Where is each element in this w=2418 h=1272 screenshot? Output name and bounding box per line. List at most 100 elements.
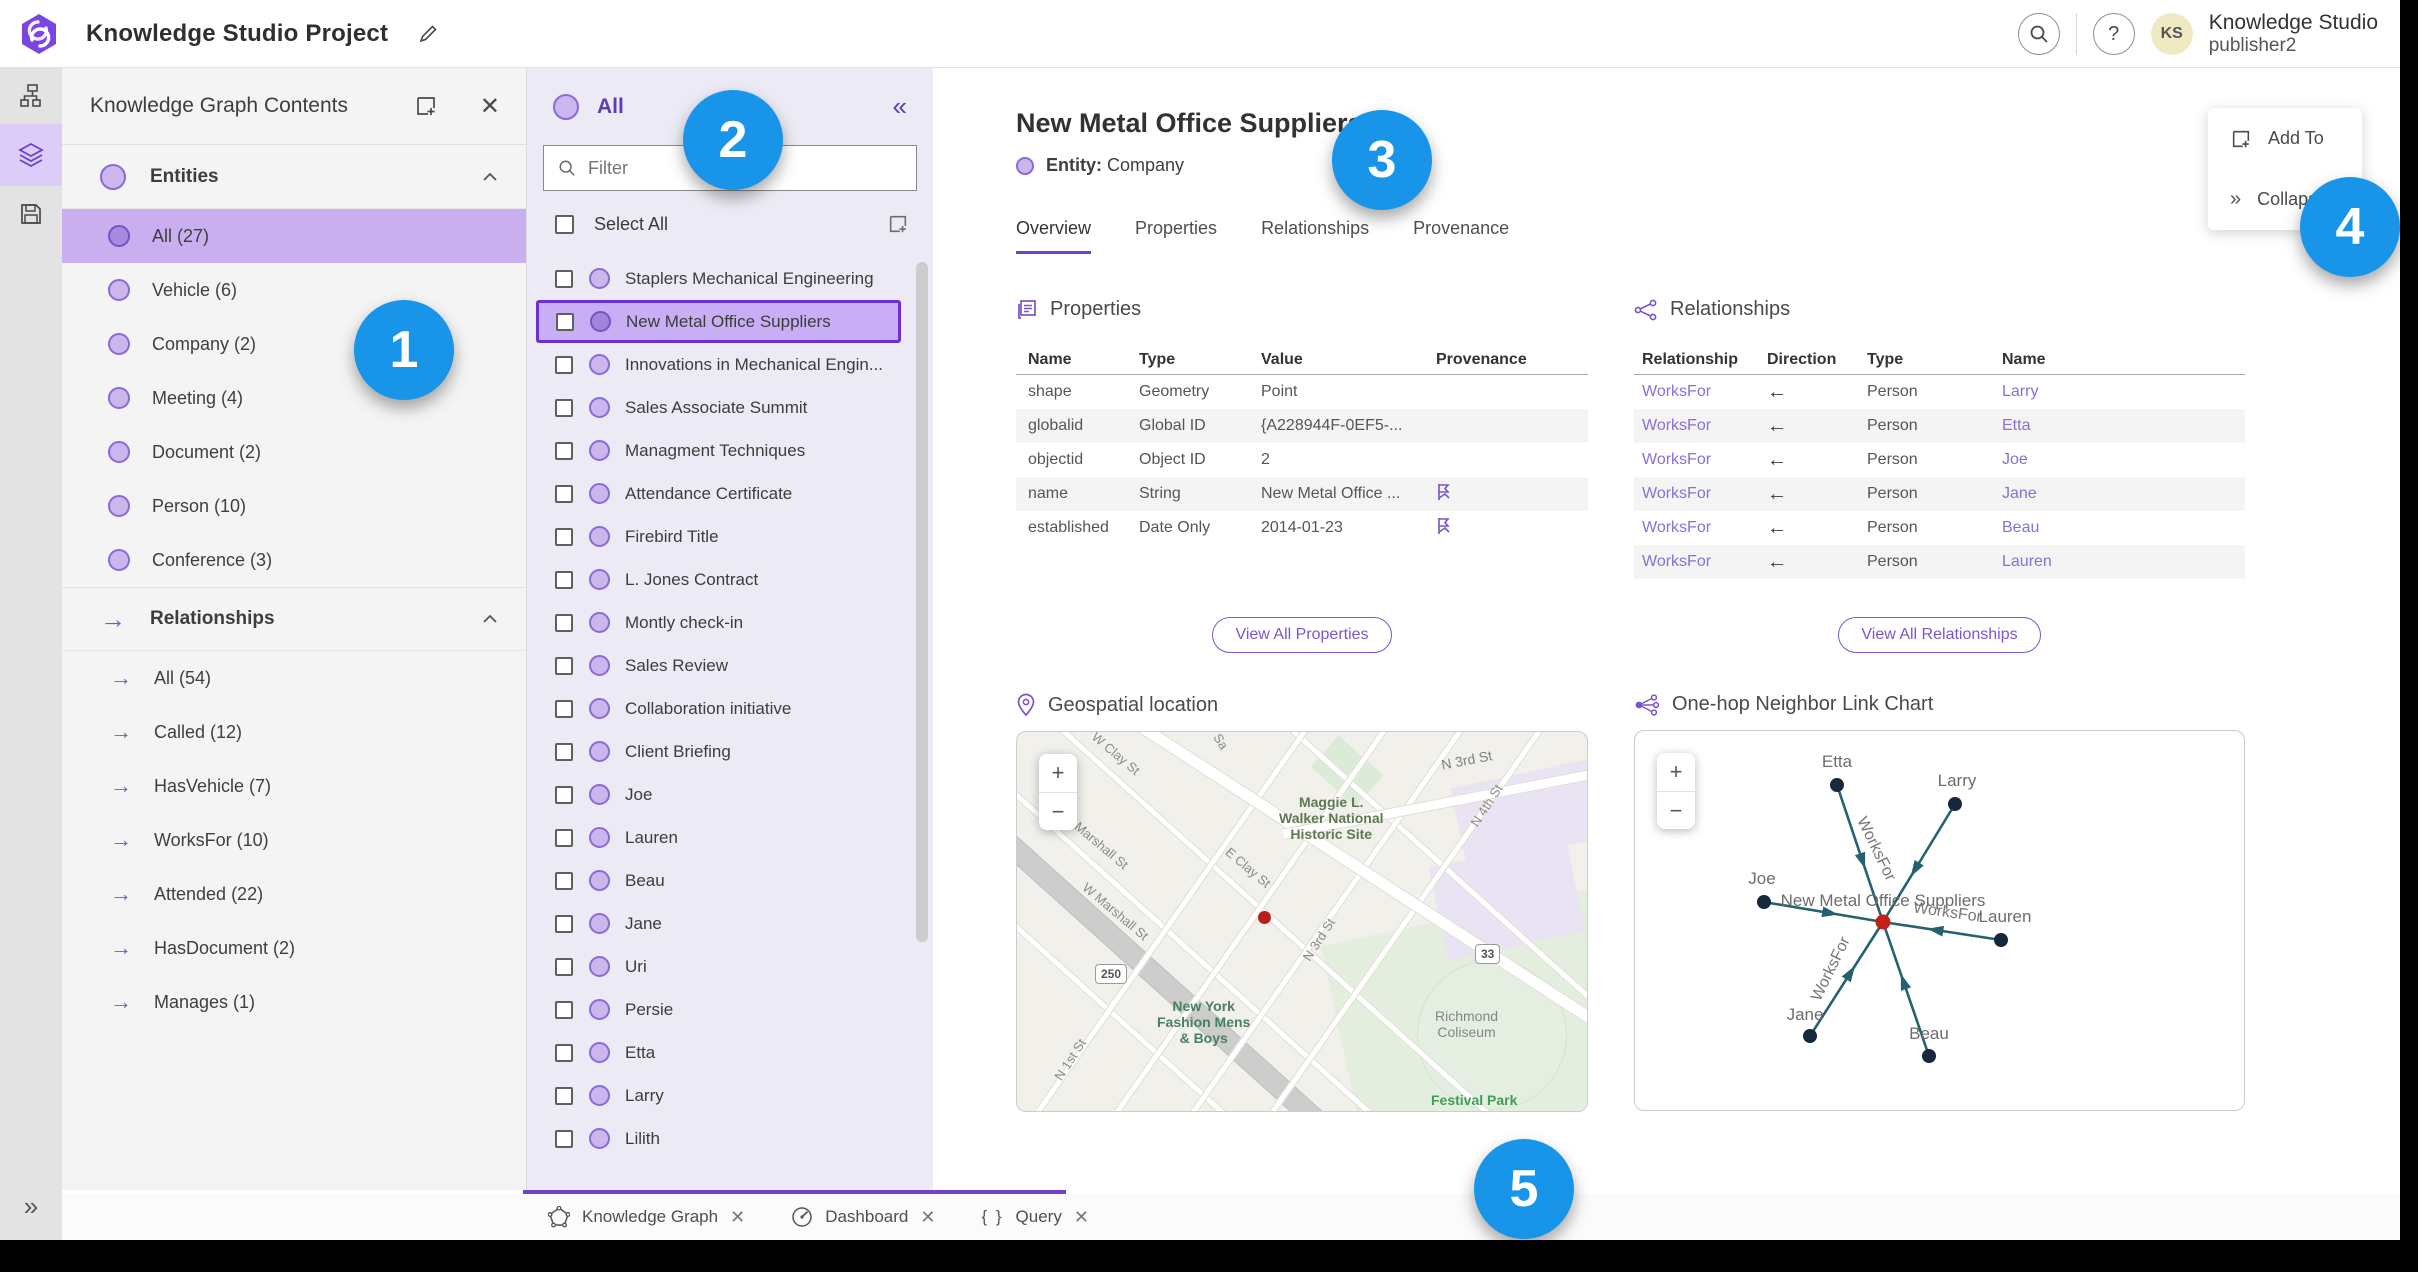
- view-all-relationships-button[interactable]: View All Relationships: [1838, 617, 2041, 653]
- relationship-link[interactable]: WorksFor: [1634, 383, 1767, 401]
- entities-section-header[interactable]: Entities: [62, 145, 526, 209]
- item-checkbox[interactable]: [555, 441, 573, 460]
- collapse-panel-icon[interactable]: «: [893, 91, 907, 122]
- relationship-filter-item[interactable]: → WorksFor (10): [62, 813, 526, 867]
- list-item[interactable]: Uri: [527, 945, 933, 988]
- tab-provenance[interactable]: Provenance: [1413, 218, 1509, 254]
- relationship-filter-item[interactable]: → HasDocument (2): [62, 921, 526, 975]
- add-selection-icon[interactable]: [887, 213, 909, 235]
- list-item[interactable]: Beau: [527, 859, 933, 902]
- relationship-filter-item[interactable]: → Manages (1): [62, 975, 526, 1029]
- item-checkbox[interactable]: [555, 613, 573, 632]
- relationship-filter-item[interactable]: → Called (12): [62, 705, 526, 759]
- graph-node[interactable]: [1803, 1029, 1817, 1043]
- edit-title-icon[interactable]: [416, 22, 440, 46]
- scrollbar-thumb[interactable]: [916, 262, 928, 942]
- close-tab-icon[interactable]: ✕: [1074, 1207, 1089, 1228]
- list-item[interactable]: Sales Review: [527, 644, 933, 687]
- item-checkbox[interactable]: [555, 828, 573, 847]
- list-item[interactable]: Larry: [527, 1074, 933, 1117]
- item-checkbox[interactable]: [556, 312, 574, 331]
- graph-node[interactable]: [1922, 1049, 1936, 1063]
- tab-overview[interactable]: Overview: [1016, 218, 1092, 254]
- list-item[interactable]: Joe: [527, 773, 933, 816]
- select-all-checkbox[interactable]: [555, 214, 574, 234]
- list-item[interactable]: Client Briefing: [527, 730, 933, 773]
- item-checkbox[interactable]: [555, 699, 573, 718]
- entity-filter-item[interactable]: Conference (3): [62, 533, 526, 587]
- tab-dashboard[interactable]: Dashboard ✕: [791, 1206, 935, 1228]
- tab-query[interactable]: { } Query ✕: [981, 1207, 1088, 1228]
- zoom-out-button[interactable]: −: [1657, 791, 1695, 829]
- entity-filter-item[interactable]: Person (10): [62, 479, 526, 533]
- relationship-link[interactable]: WorksFor: [1634, 553, 1767, 571]
- relationships-section-header[interactable]: → Relationships: [62, 587, 526, 651]
- related-name-link[interactable]: Lauren: [2002, 553, 2122, 571]
- view-all-properties-button[interactable]: View All Properties: [1212, 617, 1392, 653]
- help-button[interactable]: ?: [2092, 13, 2135, 55]
- relationship-link[interactable]: WorksFor: [1634, 485, 1767, 503]
- link-chart-canvas[interactable]: WorksFor WorksFor WorksFor Etta Larry Joe Laur…: [1634, 730, 2245, 1111]
- zoom-in-button[interactable]: +: [1039, 754, 1077, 792]
- graph-node[interactable]: [1948, 797, 1962, 811]
- item-checkbox[interactable]: [555, 527, 573, 546]
- list-item[interactable]: New Metal Office Suppliers: [536, 300, 901, 343]
- tab-properties[interactable]: Properties: [1135, 218, 1217, 254]
- related-name-link[interactable]: Jane: [2002, 485, 2122, 503]
- data-model-button[interactable]: [0, 68, 62, 124]
- zoom-in-button[interactable]: +: [1657, 753, 1695, 791]
- relationship-link[interactable]: WorksFor: [1634, 519, 1767, 537]
- graph-center-node[interactable]: [1875, 914, 1891, 930]
- related-name-link[interactable]: Beau: [2002, 519, 2122, 537]
- tab-relationships[interactable]: Relationships: [1261, 218, 1369, 254]
- relationship-link[interactable]: WorksFor: [1634, 451, 1767, 469]
- search-button[interactable]: [2017, 13, 2060, 55]
- item-checkbox[interactable]: [555, 398, 573, 417]
- list-item[interactable]: L. Jones Contract: [527, 558, 933, 601]
- item-checkbox[interactable]: [555, 785, 573, 804]
- item-checkbox[interactable]: [555, 914, 573, 933]
- item-checkbox[interactable]: [555, 957, 573, 976]
- graph-node[interactable]: [1757, 895, 1771, 909]
- list-item[interactable]: Sales Associate Summit: [527, 386, 933, 429]
- related-name-link[interactable]: Etta: [2002, 417, 2122, 435]
- zoom-out-button[interactable]: −: [1039, 792, 1077, 830]
- user-avatar[interactable]: KS: [2150, 13, 2193, 55]
- item-checkbox[interactable]: [555, 871, 573, 890]
- graph-node[interactable]: [1994, 933, 2008, 947]
- item-checkbox[interactable]: [555, 269, 573, 288]
- graph-node[interactable]: [1830, 778, 1844, 792]
- list-item[interactable]: Managment Techniques: [527, 429, 933, 472]
- relationship-link[interactable]: WorksFor: [1634, 417, 1767, 435]
- item-checkbox[interactable]: [555, 570, 573, 589]
- item-checkbox[interactable]: [555, 1129, 573, 1148]
- entity-filter-item[interactable]: Company (2): [62, 317, 526, 371]
- list-item[interactable]: Attendance Certificate: [527, 472, 933, 515]
- contents-layers-button[interactable]: [0, 124, 62, 186]
- close-tab-icon[interactable]: ✕: [920, 1207, 935, 1228]
- provenance-flag-icon[interactable]: [1436, 483, 1452, 501]
- list-item[interactable]: Persie: [527, 988, 933, 1031]
- entity-filter-item[interactable]: Vehicle (6): [62, 263, 526, 317]
- add-layer-icon[interactable]: [414, 94, 438, 118]
- entity-filter-item[interactable]: All (27): [62, 209, 526, 263]
- expand-rail-button[interactable]: »: [0, 1191, 62, 1222]
- relationship-filter-item[interactable]: → All (54): [62, 651, 526, 705]
- list-item[interactable]: Montly check-in: [527, 601, 933, 644]
- close-tab-icon[interactable]: ✕: [730, 1207, 745, 1228]
- relationship-filter-item[interactable]: → HasVehicle (7): [62, 759, 526, 813]
- related-name-link[interactable]: Larry: [2002, 383, 2122, 401]
- item-checkbox[interactable]: [555, 656, 573, 675]
- close-panel-icon[interactable]: ✕: [480, 92, 500, 121]
- list-item[interactable]: Innovations in Mechanical Engin...: [527, 343, 933, 386]
- save-button[interactable]: [0, 186, 62, 242]
- entity-filter-item[interactable]: Document (2): [62, 425, 526, 479]
- item-checkbox[interactable]: [555, 484, 573, 503]
- item-checkbox[interactable]: [555, 1086, 573, 1105]
- list-item[interactable]: Jane: [527, 902, 933, 945]
- list-item[interactable]: Lilith: [527, 1117, 933, 1160]
- list-item[interactable]: Staplers Mechanical Engineering: [527, 257, 933, 300]
- provenance-flag-icon[interactable]: [1436, 517, 1452, 535]
- list-item[interactable]: Lauren: [527, 816, 933, 859]
- item-checkbox[interactable]: [555, 355, 573, 374]
